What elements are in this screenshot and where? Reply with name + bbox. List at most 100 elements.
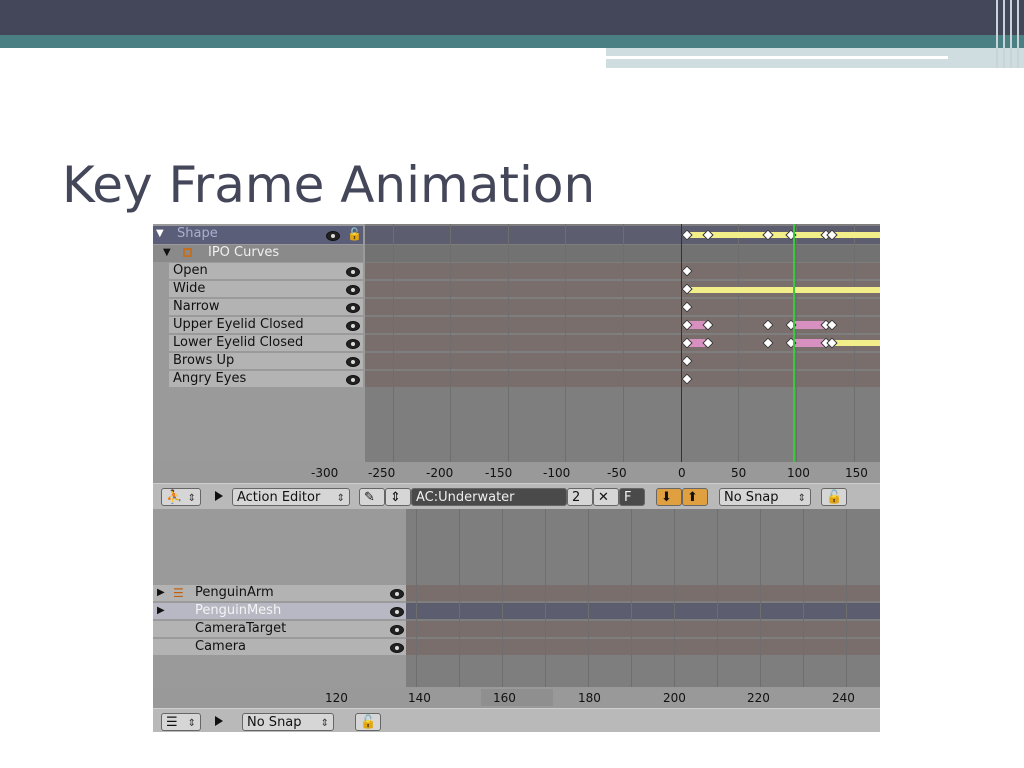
eye-icon[interactable]: [346, 375, 360, 385]
action-name-value: AC:Underwater: [416, 490, 515, 505]
lock-view-button[interactable]: 🔓: [821, 488, 847, 506]
armature-icon: ☰: [173, 586, 184, 600]
grid-line: [846, 509, 847, 687]
grid-line: [803, 509, 804, 687]
nla-object-row[interactable]: Camera: [153, 639, 406, 655]
nla-strip-selected: [406, 603, 880, 619]
channel-row[interactable]: Upper Eyelid Closed: [169, 317, 363, 333]
current-frame-highlight: [481, 689, 553, 706]
frame-tick-label: 150: [845, 466, 868, 480]
action-editor-header: ⛹ ⇕ Action Editor ⇕ ✎ ⇕ AC:Underwater 2 ✕ …: [153, 483, 880, 511]
channel-row[interactable]: Angry Eyes: [169, 371, 363, 387]
expand-header-icon[interactable]: [215, 491, 223, 501]
grid-line: [565, 224, 566, 462]
nla-object-row[interactable]: CameraTarget: [153, 621, 406, 637]
eye-icon[interactable]: [346, 321, 360, 331]
channel-row[interactable]: Narrow: [169, 299, 363, 315]
nla-editor-pane: ▶ ☰ PenguinArm ▶ PenguinMesh CameraTarge…: [153, 509, 880, 732]
channel-label: Open: [173, 263, 208, 278]
channel-row[interactable]: Wide: [169, 281, 363, 297]
slide-top-bar: [0, 0, 1024, 35]
grid-line: [588, 509, 589, 687]
frame-tick-label: 240: [832, 691, 855, 705]
nla-strip-grid[interactable]: [406, 509, 880, 687]
grid-line: [393, 224, 394, 462]
editor-type-menu[interactable]: ⛹ ⇕: [161, 488, 201, 506]
eye-icon[interactable]: [390, 607, 404, 617]
pin-button[interactable]: ✎: [359, 488, 385, 506]
ipo-curves-label: IPO Curves: [208, 245, 280, 260]
shape-header-label: Shape: [177, 226, 218, 241]
key-hold-bar: [685, 287, 880, 293]
paste-pose-button[interactable]: ⬆: [682, 488, 708, 506]
arrow-down-icon: ⬇: [661, 490, 672, 505]
grid-line: [623, 224, 624, 462]
channel-row[interactable]: Brows Up: [169, 353, 363, 369]
action-keyframe-grid[interactable]: [365, 224, 880, 462]
eye-icon[interactable]: [346, 285, 360, 295]
editor-mode-label: Action Editor: [237, 490, 321, 505]
eye-icon[interactable]: [390, 643, 404, 653]
fake-user-button[interactable]: F: [619, 488, 645, 506]
expand-triangle-icon[interactable]: ▶: [157, 585, 165, 601]
channel-row[interactable]: Lower Eyelid Closed: [169, 335, 363, 351]
snap-mode-select[interactable]: No Snap ⇕: [719, 488, 811, 506]
action-name-field[interactable]: AC:Underwater: [411, 488, 567, 506]
pin-icon: ✎: [364, 490, 375, 505]
snap-mode-label: No Snap: [724, 490, 779, 505]
frame-tick-label: -150: [485, 466, 513, 480]
unlink-action-button[interactable]: ✕: [593, 488, 619, 506]
action-channel-list: ▼ Shape 🔓 ▼ IPO Curves Open Wide Narrow …: [153, 224, 365, 483]
grid-line: [416, 509, 417, 687]
frame-tick-label: 100: [787, 466, 810, 480]
eye-icon[interactable]: [346, 267, 360, 277]
lock-icon[interactable]: 🔓: [347, 226, 362, 242]
collapse-triangle-icon[interactable]: ▼: [163, 245, 171, 261]
nla-object-row-selected[interactable]: ▶ PenguinMesh: [153, 603, 406, 619]
copy-pose-button[interactable]: ⬇: [656, 488, 682, 506]
key-hold-bar: [685, 232, 880, 238]
frame-tick-label: 180: [578, 691, 601, 705]
arrow-up-icon: ⬆: [687, 490, 698, 505]
users-count-field[interactable]: 2: [567, 488, 593, 506]
spin-arrows-icon: ⇕: [336, 493, 345, 504]
editor-mode-select[interactable]: Action Editor ⇕: [232, 488, 350, 506]
channel-label: Lower Eyelid Closed: [173, 335, 304, 350]
object-label: Camera: [195, 639, 247, 654]
frame-tick-label: -100: [543, 466, 571, 480]
frame-tick-label: 50: [731, 466, 747, 480]
editor-type-menu[interactable]: ☰ ⇕: [161, 713, 201, 731]
nla-frame-ruler[interactable]: 120 140 160 180 200 220 240: [153, 687, 880, 708]
key-hold-bar: [831, 340, 880, 346]
ipo-curves-row[interactable]: ▼ IPO Curves: [153, 245, 363, 262]
eye-icon[interactable]: [390, 625, 404, 635]
slide-accent-bar: [0, 35, 1024, 48]
browse-action-button[interactable]: ⇕: [385, 488, 411, 506]
snap-mode-label: No Snap: [247, 715, 302, 730]
nla-editor-header: ☰ ⇕ No Snap ⇕ 🔓: [153, 708, 880, 732]
channel-row[interactable]: Open: [169, 263, 363, 279]
eye-icon[interactable]: [390, 589, 404, 599]
slide-divider-line: [606, 56, 948, 59]
eye-icon[interactable]: [326, 231, 340, 241]
blender-screenshot: ▼ Shape 🔓 ▼ IPO Curves Open Wide Narrow …: [153, 224, 880, 732]
expand-header-icon[interactable]: [215, 716, 223, 726]
snap-mode-select[interactable]: No Snap ⇕: [242, 713, 334, 731]
collapse-triangle-icon[interactable]: ▼: [156, 226, 164, 242]
spin-arrows-icon: ⇕: [390, 490, 401, 505]
eye-icon[interactable]: [346, 339, 360, 349]
frame-tick-label: 140: [408, 691, 431, 705]
shape-channel-header[interactable]: ▼ Shape 🔓: [153, 226, 363, 244]
expand-triangle-icon[interactable]: ▶: [157, 603, 165, 619]
frame-tick-label: 160: [493, 691, 516, 705]
eye-icon[interactable]: [346, 357, 360, 367]
eye-icon[interactable]: [346, 303, 360, 313]
lock-view-button[interactable]: 🔓: [355, 713, 381, 731]
lock-icon: 🔓: [826, 490, 843, 505]
current-frame-indicator[interactable]: [793, 224, 795, 462]
action-editor-icon: ⛹: [166, 490, 183, 505]
users-count-value: 2: [572, 490, 581, 505]
channel-label: Brows Up: [173, 353, 235, 368]
nla-object-row[interactable]: ▶ ☰ PenguinArm: [153, 585, 406, 601]
action-frame-ruler[interactable]: -300 -250 -200 -150 -100 -50 0 50 100 15…: [153, 462, 880, 483]
